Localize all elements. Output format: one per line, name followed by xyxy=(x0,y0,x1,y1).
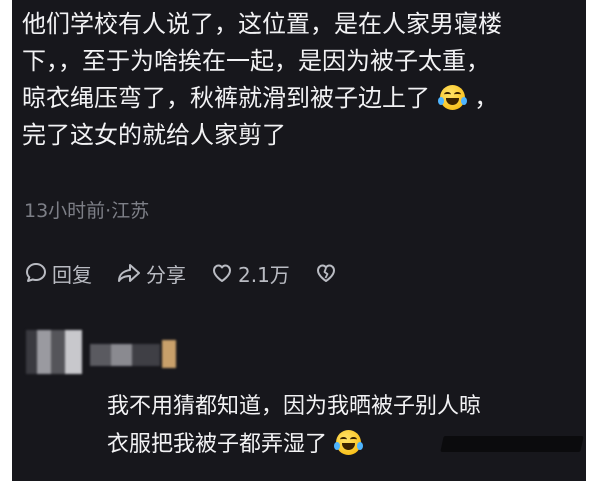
rofl-emoji-icon xyxy=(437,85,467,110)
broken-heart-icon xyxy=(316,264,335,282)
redaction-mark xyxy=(440,436,584,452)
comment-line-1: 他们学校有人说了，这位置，是在人家男寝楼 xyxy=(22,10,502,38)
comment-line-3: 晾衣绳压弯了，秋裤就滑到被子边上了 ， xyxy=(22,80,577,117)
comment-line-3-tail: ， xyxy=(474,84,499,112)
reply-button[interactable]: 回复 xyxy=(24,259,92,288)
comment-line-3-text: 晾衣绳压弯了，秋裤就滑到被子边上了 xyxy=(22,84,430,112)
reply-body: 我不用猜都知道，因为我晒被子别人晾 衣服把我被子都弄湿了 xyxy=(107,388,582,464)
dislike-button[interactable] xyxy=(314,261,342,285)
comment-timestamp-location: 13小时前·江苏 xyxy=(24,200,150,222)
comment-card: 他们学校有人说了，这位置，是在人家男寝楼 下，，至于为啥挨在一起，是因为被子太重… xyxy=(12,0,586,481)
crying-laughing-emoji-icon xyxy=(334,430,364,455)
reply-line-1: 我不用猜都知道，因为我晒被子别人晾 xyxy=(107,394,482,419)
comment-actions: 回复 分享 2.1万 xyxy=(24,258,366,288)
like-button[interactable]: 2.1万 xyxy=(210,259,290,288)
share-button[interactable]: 分享 xyxy=(116,259,186,288)
comment-body: 他们学校有人说了，这位置，是在人家男寝楼 下，，至于为啥挨在一起，是因为被子太重… xyxy=(22,6,577,154)
heart-icon xyxy=(213,264,231,282)
share-label: 分享 xyxy=(146,262,186,287)
blurred-badge xyxy=(162,340,176,368)
blurred-avatar xyxy=(26,330,82,374)
reply-line-2-text: 衣服把我被子都弄湿了 xyxy=(107,432,328,457)
comment-line-4: 完了这女的就给人家剪了 xyxy=(22,121,286,149)
share-arrow-icon xyxy=(118,264,140,282)
comment-line-2: 下，，至于为啥挨在一起，是因为被子太重， xyxy=(22,47,490,75)
like-count: 2.1万 xyxy=(238,262,290,287)
comment-bubble-icon xyxy=(26,263,46,282)
reply-label: 回复 xyxy=(52,262,92,287)
blurred-username xyxy=(90,344,160,366)
